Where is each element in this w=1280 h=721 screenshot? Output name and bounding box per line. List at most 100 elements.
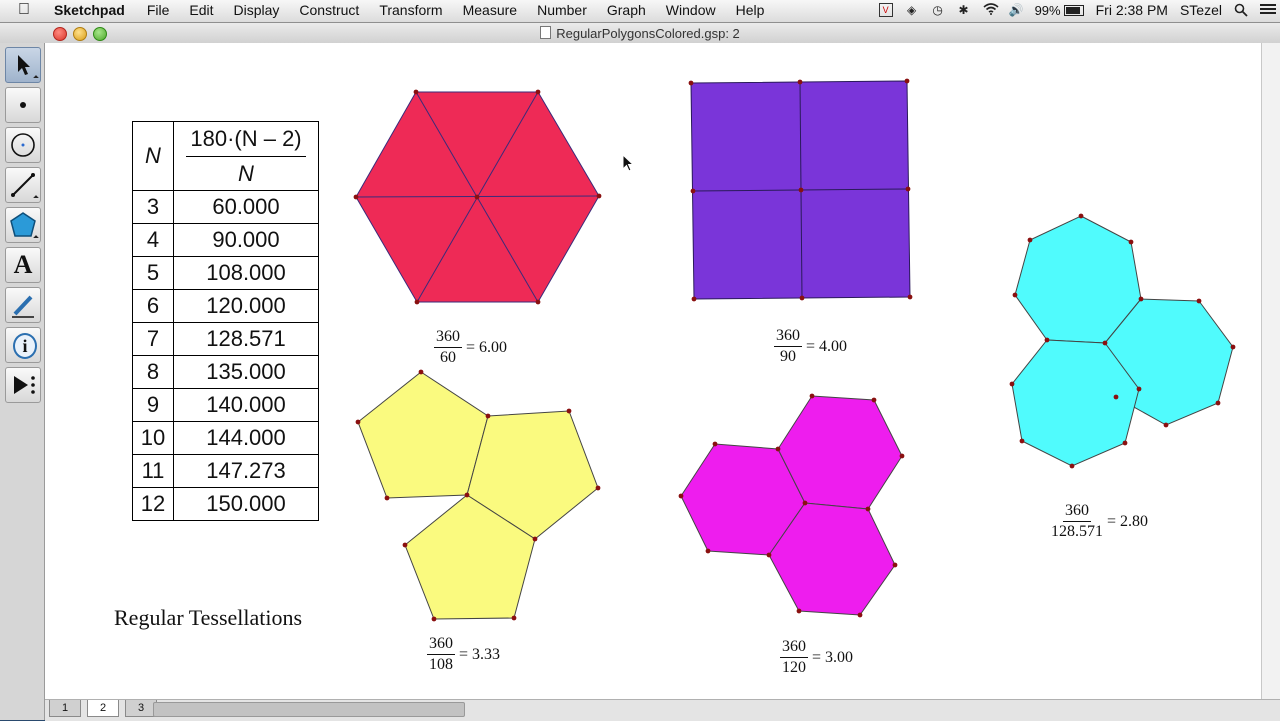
vertex-point[interactable] [857, 612, 863, 618]
menu-app-name[interactable]: Sketchpad [54, 2, 125, 18]
vertex-point[interactable] [1078, 213, 1084, 219]
vertex-point[interactable] [1128, 239, 1134, 245]
vertex-point[interactable] [1136, 386, 1142, 392]
menu-graph[interactable]: Graph [607, 2, 646, 18]
clock[interactable]: Fri 2:38 PM [1096, 2, 1168, 18]
vertex-point[interactable] [691, 296, 697, 302]
arrow-tool-button[interactable] [5, 47, 41, 83]
vertex-point[interactable] [1069, 463, 1075, 469]
vertex-point[interactable] [1009, 381, 1015, 387]
vertex-point[interactable] [414, 299, 420, 305]
triangle-count-label[interactable]: 360 60 = 6.00 [434, 328, 507, 367]
vertex-point[interactable] [595, 485, 601, 491]
page-tab-2[interactable]: 2 [87, 700, 119, 717]
wifi-icon[interactable] [983, 3, 999, 17]
vertex-point[interactable] [532, 536, 538, 542]
straightedge-tool-button[interactable] [5, 167, 41, 203]
vertex-point[interactable] [464, 492, 470, 498]
vertex-point[interactable] [485, 413, 491, 419]
text-tool-button[interactable]: A [5, 247, 41, 283]
menu-transform[interactable]: Transform [379, 2, 442, 18]
vertex-point[interactable] [904, 78, 910, 84]
vertex-point[interactable] [798, 187, 804, 193]
vertex-point[interactable] [1196, 298, 1202, 304]
compass-tool-button[interactable] [5, 127, 41, 163]
title-bar[interactable]: RegularPolygonsColored.gsp: 2 [0, 23, 1280, 44]
menu-file[interactable]: File [147, 2, 170, 18]
vertex-point[interactable] [766, 552, 772, 558]
custom-tool-button[interactable] [5, 367, 41, 403]
bluetooth-icon[interactable]: ✱ [957, 3, 971, 17]
marker-tool-button[interactable] [5, 287, 41, 323]
vertex-point[interactable] [899, 453, 905, 459]
vertex-point[interactable] [797, 79, 803, 85]
menu-help[interactable]: Help [736, 2, 765, 18]
vertex-point[interactable] [871, 397, 877, 403]
vertex-point[interactable] [1138, 296, 1144, 302]
vertex-point[interactable] [796, 608, 802, 614]
vertex-point[interactable] [355, 419, 361, 425]
volume-icon[interactable]: 🔊 [1009, 3, 1024, 17]
vertex-point[interactable] [1019, 438, 1025, 444]
vertex-point[interactable] [799, 295, 805, 301]
vertex-point[interactable] [688, 80, 694, 86]
vertex-point[interactable] [865, 506, 871, 512]
user-name[interactable]: STezel [1180, 2, 1222, 18]
three-hexagons[interactable] [680, 395, 903, 616]
battery-icon[interactable] [1063, 4, 1084, 16]
point-tool-button[interactable] [5, 87, 41, 123]
apple-menu-icon[interactable]:  [18, 1, 30, 19]
vertex-point[interactable] [809, 393, 815, 399]
menu-window[interactable]: Window [666, 2, 716, 18]
time-machine-icon[interactable]: ◷ [931, 3, 945, 17]
vertex-point[interactable] [1027, 237, 1033, 243]
vertex-point[interactable] [1215, 400, 1221, 406]
vertex-point[interactable] [907, 294, 913, 300]
vertex-point[interactable] [535, 299, 541, 305]
vertex-point[interactable] [678, 493, 684, 499]
vertex-point[interactable] [535, 89, 541, 95]
vertex-point[interactable] [413, 89, 419, 95]
menu-construct[interactable]: Construct [299, 2, 359, 18]
menu-measure[interactable]: Measure [463, 2, 517, 18]
pentagon-count-label[interactable]: 360 108 = 3.33 [427, 635, 500, 674]
vertex-point[interactable] [1044, 337, 1050, 343]
vertical-scrollbar[interactable] [1261, 43, 1280, 699]
polygon-tool-button[interactable] [5, 207, 41, 243]
vertex-point[interactable] [431, 616, 437, 622]
horizontal-scrollbar[interactable] [153, 702, 465, 717]
vertex-point[interactable] [474, 194, 480, 200]
vertex-point[interactable] [712, 441, 718, 447]
vertex-point[interactable] [1102, 340, 1108, 346]
information-tool-button[interactable]: i [5, 327, 41, 363]
spotlight-search-icon[interactable] [1234, 3, 1248, 17]
vertex-point[interactable] [596, 193, 602, 199]
menu-number[interactable]: Number [537, 2, 587, 18]
sketch-canvas[interactable]: N 180·(N – 2) N 3 60.000 4 90.000 5 108.000… [45, 43, 1261, 699]
vertex-point[interactable] [1122, 440, 1128, 446]
menu-display[interactable]: Display [234, 2, 280, 18]
vertex-point[interactable] [892, 562, 898, 568]
square-count-label[interactable]: 360 90 = 4.00 [774, 327, 847, 366]
three-pentagons[interactable] [357, 371, 599, 620]
page-tab-1[interactable]: 1 [49, 700, 81, 717]
screen-record-icon[interactable]: V [878, 3, 893, 17]
vertex-point[interactable] [1012, 292, 1018, 298]
vertex-point[interactable] [511, 615, 517, 621]
vertex-point[interactable] [418, 369, 424, 375]
vertex-point[interactable] [1230, 344, 1236, 350]
dropbox-icon[interactable]: ◈ [905, 3, 919, 17]
vertex-point[interactable] [384, 495, 390, 501]
vertex-point[interactable] [905, 186, 911, 192]
vertex-point[interactable] [1163, 422, 1169, 428]
notification-center-icon[interactable] [1260, 3, 1276, 17]
regular-tessellations-caption[interactable]: Regular Tessellations [114, 605, 302, 631]
hexagon-count-label[interactable]: 360 120 = 3.00 [780, 638, 853, 677]
vertex-point[interactable] [353, 194, 359, 200]
vertex-point[interactable] [402, 542, 408, 548]
vertex-point[interactable] [775, 446, 781, 452]
vertex-point[interactable] [690, 188, 696, 194]
heptagon-count-label[interactable]: 360 128.571 = 2.80 [1051, 502, 1148, 541]
vertex-point[interactable] [705, 548, 711, 554]
vertex-point[interactable] [566, 408, 572, 414]
